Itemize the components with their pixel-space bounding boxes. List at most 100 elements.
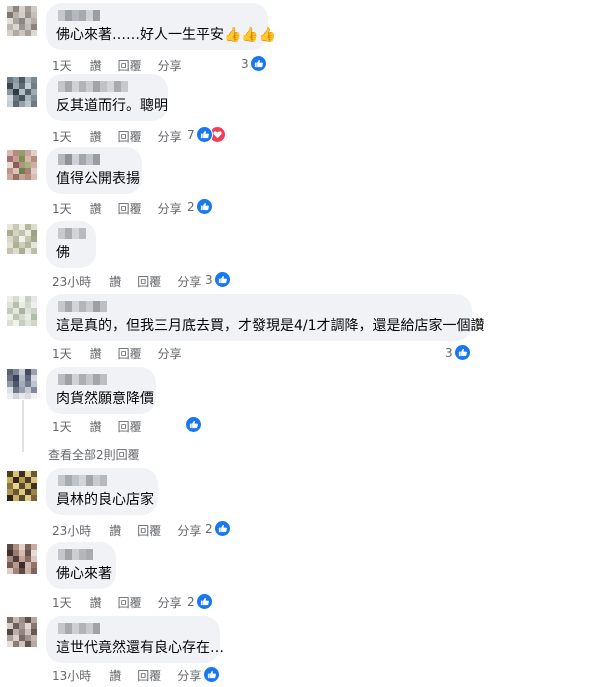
author-name-pixelated[interactable] bbox=[58, 549, 106, 560]
reaction-summary[interactable] bbox=[203, 666, 220, 683]
reply-link[interactable]: 回覆 bbox=[118, 418, 142, 435]
author-name-pixelated[interactable] bbox=[58, 154, 132, 165]
like-link[interactable]: 讚 bbox=[90, 128, 102, 145]
share-link[interactable]: 分享 bbox=[158, 345, 182, 362]
reaction-summary[interactable]: 3 bbox=[241, 55, 267, 72]
comment-text: 反其道而行。聰明 bbox=[56, 98, 168, 114]
reaction-summary[interactable] bbox=[185, 416, 202, 433]
reply-link[interactable]: 回覆 bbox=[118, 57, 142, 74]
like-link[interactable]: 讚 bbox=[109, 522, 121, 539]
like-link[interactable]: 讚 bbox=[90, 200, 102, 217]
reply-link[interactable]: 回覆 bbox=[137, 667, 161, 684]
comment-actions: 1天 讚 回覆 bbox=[52, 418, 158, 434]
avatar[interactable] bbox=[7, 471, 37, 501]
like-link[interactable]: 讚 bbox=[90, 345, 102, 362]
author-name-pixelated[interactable] bbox=[58, 475, 148, 486]
like-reaction-icon bbox=[249, 55, 267, 72]
comment-bubble: 肉貨然願意降價 bbox=[46, 367, 156, 414]
comment-time[interactable]: 13小時 bbox=[52, 667, 91, 684]
like-reaction-icon bbox=[185, 416, 202, 433]
like-reaction-icon bbox=[195, 198, 213, 215]
avatar[interactable] bbox=[7, 617, 37, 647]
reaction-count: 2 bbox=[205, 521, 213, 536]
like-link[interactable]: 讚 bbox=[109, 273, 121, 290]
comment-bubble: 員林的良心店家 bbox=[46, 468, 158, 515]
avatar[interactable] bbox=[7, 150, 37, 180]
reaction-count: 3 bbox=[205, 272, 213, 287]
reaction-summary[interactable]: 3 bbox=[445, 344, 471, 361]
avatar[interactable] bbox=[7, 77, 37, 107]
comment-time[interactable]: 1天 bbox=[52, 594, 72, 611]
like-link[interactable]: 讚 bbox=[90, 594, 102, 611]
comment-time[interactable]: 1天 bbox=[52, 57, 72, 74]
author-name-pixelated[interactable] bbox=[58, 374, 146, 385]
avatar[interactable] bbox=[7, 6, 37, 36]
reply-link[interactable]: 回覆 bbox=[137, 273, 161, 290]
reply-link[interactable]: 回覆 bbox=[118, 345, 142, 362]
comment-actions: 1天 讚 回覆 分享 bbox=[52, 128, 198, 144]
author-name-pixelated[interactable] bbox=[58, 623, 210, 634]
reaction-summary[interactable]: 7 bbox=[187, 126, 226, 143]
comment-bubble: 反其道而行。聰明 bbox=[46, 74, 168, 121]
comment-actions: 23小時 讚 回覆 分享 bbox=[52, 522, 217, 538]
like-link[interactable]: 讚 bbox=[90, 418, 102, 435]
comment-bubble: 這世代竟然還有良心存在… bbox=[46, 616, 224, 663]
author-name-pixelated[interactable] bbox=[58, 81, 158, 92]
share-link[interactable]: 分享 bbox=[158, 128, 182, 145]
comment-actions: 1天 讚 回覆 分享 bbox=[52, 200, 198, 216]
share-link[interactable]: 分享 bbox=[177, 273, 201, 290]
share-link[interactable]: 分享 bbox=[177, 522, 201, 539]
share-link[interactable]: 分享 bbox=[158, 57, 182, 74]
comment-text: 這是真的，但我三月底去買，才發現是4/1才調降，還是給店家一個讚 bbox=[56, 318, 485, 334]
reaction-summary[interactable]: 2 bbox=[205, 520, 231, 537]
comment-actions: 1天 讚 回覆 分享 bbox=[52, 594, 198, 610]
avatar[interactable] bbox=[7, 296, 37, 326]
comment-actions: 23小時 讚 回覆 分享 bbox=[52, 273, 217, 289]
view-all-replies-link[interactable]: 查看全部2則回覆 bbox=[48, 446, 140, 463]
like-link[interactable]: 讚 bbox=[109, 667, 121, 684]
comment-bubble: 佛心來著 bbox=[46, 542, 116, 589]
comment-actions: 13小時 讚 回覆 分享 bbox=[52, 667, 217, 683]
reaction-count: 7 bbox=[187, 127, 195, 142]
comment-time[interactable]: 1天 bbox=[52, 128, 72, 145]
author-name-pixelated[interactable] bbox=[58, 301, 462, 312]
avatar[interactable] bbox=[7, 369, 37, 399]
comment-actions: 1天 讚 回覆 分享 bbox=[52, 57, 198, 73]
comment-bubble: 值得公開表揚 bbox=[46, 147, 142, 194]
like-link[interactable]: 讚 bbox=[90, 57, 102, 74]
reaction-summary[interactable]: 2 bbox=[187, 593, 213, 610]
reaction-count: 3 bbox=[445, 345, 453, 360]
like-reaction-icon bbox=[213, 271, 231, 288]
reply-link[interactable]: 回覆 bbox=[118, 594, 142, 611]
comment-text: 這世代竟然還有良心存在… bbox=[56, 640, 224, 656]
comment-time[interactable]: 1天 bbox=[52, 200, 72, 217]
comment-time[interactable]: 1天 bbox=[52, 418, 72, 435]
reaction-count: 2 bbox=[187, 199, 195, 214]
like-reaction-icon bbox=[453, 344, 471, 361]
avatar[interactable] bbox=[7, 544, 37, 574]
comment-bubble: 這是真的，但我三月底去買，才發現是4/1才調降，還是給店家一個讚 bbox=[46, 294, 485, 341]
comment-text: 佛心來著 bbox=[56, 566, 112, 582]
reaction-count: 2 bbox=[187, 594, 195, 609]
share-link[interactable]: 分享 bbox=[158, 594, 182, 611]
comment-time[interactable]: 23小時 bbox=[52, 273, 91, 290]
comment-time[interactable]: 1天 bbox=[52, 345, 72, 362]
author-name-pixelated[interactable] bbox=[58, 10, 258, 21]
reply-link[interactable]: 回覆 bbox=[137, 522, 161, 539]
author-name-pixelated[interactable] bbox=[58, 228, 86, 239]
like-reaction-icon bbox=[203, 666, 220, 683]
comment-bubble: 佛心來著……好人一生平安👍👍👍 bbox=[46, 3, 276, 50]
share-link[interactable]: 分享 bbox=[158, 200, 182, 217]
reply-link[interactable]: 回覆 bbox=[118, 128, 142, 145]
reply-link[interactable]: 回覆 bbox=[118, 200, 142, 217]
reaction-summary[interactable]: 2 bbox=[187, 198, 213, 215]
comment-text: 肉貨然願意降價 bbox=[56, 391, 154, 407]
comment-text: 佛 bbox=[56, 245, 70, 261]
comment-time[interactable]: 23小時 bbox=[52, 522, 91, 539]
like-reaction-icon bbox=[195, 593, 213, 610]
comment-text: 員林的良心店家 bbox=[56, 492, 154, 508]
avatar[interactable] bbox=[7, 224, 37, 254]
comment-text: 值得公開表揚 bbox=[56, 171, 140, 187]
reaction-summary[interactable]: 3 bbox=[205, 271, 231, 288]
share-link[interactable]: 分享 bbox=[177, 667, 201, 684]
